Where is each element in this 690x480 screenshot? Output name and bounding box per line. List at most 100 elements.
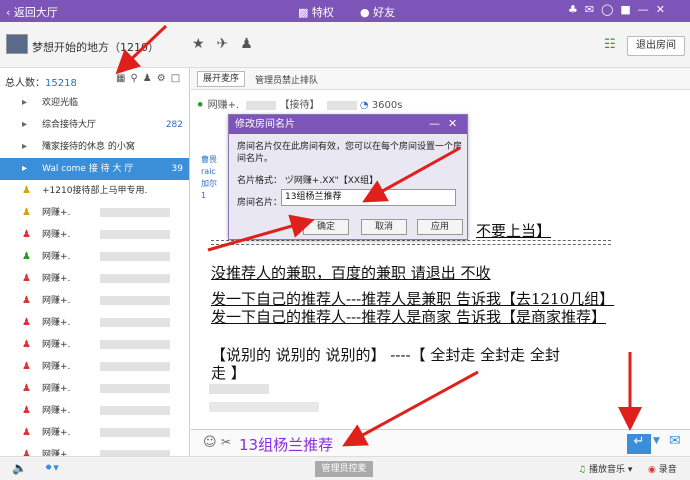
member-name: 欢迎光临 (42, 98, 79, 108)
user-icon: ♟ (22, 273, 31, 284)
microphone-icon[interactable]: ⚫▾ (44, 461, 59, 474)
privilege-label: 特权 (311, 6, 334, 19)
blurred-name (246, 100, 277, 110)
member-row[interactable]: ♟ +1210接待部上马甲专用. (0, 180, 189, 202)
member-name: 网赚+. (42, 274, 71, 284)
back-label: 返回大厅 (13, 6, 58, 19)
user-icon: ♟ (22, 361, 31, 372)
record-icon: ◉ (648, 465, 656, 475)
mic-tag: 【接待】 (279, 100, 320, 111)
format-label: 名片格式： (237, 176, 283, 186)
blurred-name (100, 252, 170, 261)
exit-label: 退出房间 (636, 40, 676, 51)
member-list-panel: 总人数：15218 ▦⚲♟⚙□ ▸ 欢迎光临 ▸ 综合接待大厅 282 ▸ 殲家接待的休息 … (0, 68, 190, 460)
user-icon: ♟ (22, 427, 31, 438)
member-row[interactable]: ♟ 网赚+. (0, 268, 189, 290)
privilege-tab[interactable]: ▩ 特权 (298, 4, 334, 20)
member-name: 网赚+. (42, 230, 71, 240)
blurred-name (100, 230, 170, 239)
member-count: 282 (165, 120, 183, 130)
input-bar: ☺ ✂ 13组杨兰推荐 ↵ ▼ ✉ (191, 429, 690, 456)
chat-user-list: 曹畏 raic 加尔 1 (201, 155, 217, 200)
member-row[interactable]: ▸ 欢迎光临 (0, 92, 189, 114)
member-list: ▸ 欢迎光临 ▸ 综合接待大厅 282 ▸ 殲家接待的休息 的小窝 ▸ Wal come 接 待… (0, 92, 189, 460)
total-count: 15218 (45, 78, 77, 89)
card-name-input[interactable]: 13组杨兰推荐 (281, 189, 456, 206)
friends-label: 好友 (373, 6, 396, 19)
user-icon: ♟ (22, 317, 31, 328)
ok-button[interactable]: 确定 (303, 219, 349, 235)
member-row[interactable]: ♟ 网赚+. (0, 400, 189, 422)
user-icon: ♟ (22, 295, 31, 306)
play-music-button[interactable]: ♫ 播放音乐 ▾ (578, 462, 632, 475)
back-to-lobby-button[interactable]: ‹ 返回大厅 (6, 4, 58, 20)
total-members: 总人数：15218 (5, 74, 77, 89)
member-row[interactable]: ▸ 综合接待大厅 282 (0, 114, 189, 136)
blurred-name (100, 406, 170, 415)
expand-queue-button[interactable]: 展开麦序 (197, 71, 246, 87)
mic-icon: ⚫ (196, 100, 205, 111)
room-name: 梦想开始的地方（1210） (32, 41, 159, 54)
divider-1 (211, 240, 611, 241)
member-name: 网赚+. (42, 406, 71, 416)
format-value: ヅ网赚+.XX"【XX组】 (284, 176, 379, 186)
blurred-name (100, 362, 170, 371)
member-row[interactable]: ▸ Wal come 接 待 大 厅 39 (0, 158, 189, 180)
blurred-name (100, 318, 170, 327)
user-icon: ♟ (22, 339, 31, 350)
member-name: +1210接待部上马甲专用. (42, 186, 148, 196)
blurred-name (100, 274, 170, 283)
user-icon: ♟ (22, 229, 31, 240)
member-row[interactable]: ▸ 殲家接待的休息 的小窝 (0, 136, 189, 158)
format-row: 名片格式： ヅ网赚+.XX"【XX组】 (237, 173, 378, 186)
scissors-icon[interactable]: ✂ (221, 435, 231, 449)
cancel-button[interactable]: 取消 (361, 219, 407, 235)
user-icon: ♟ (22, 251, 31, 262)
speaker-icon[interactable]: 🔈 (12, 461, 27, 475)
member-row[interactable]: ♟ 网赚+. (0, 356, 189, 378)
member-name: 殲家接待的休息 的小窝 (42, 142, 135, 152)
blurred-name (326, 100, 357, 110)
msg-line-5: 走 】 (211, 364, 246, 382)
admin-queue-status: 管理员禁止排队 (255, 76, 319, 86)
friends-tab[interactable]: ● 好友 (360, 4, 395, 20)
blurred-message (209, 402, 319, 412)
admin-mic-button[interactable]: 管理员控麦 (315, 461, 373, 477)
member-name: 网赚+. (42, 318, 71, 328)
member-row[interactable]: ♟ 网赚+. (0, 334, 189, 356)
card-name-label: 房间名片： (237, 198, 283, 208)
record-button[interactable]: ◉ 录音 (648, 462, 677, 475)
member-row[interactable]: ♟ 网赚+. (0, 378, 189, 400)
total-label: 总人数： (5, 78, 45, 89)
member-row[interactable]: ♟ 网赚+. (0, 312, 189, 334)
send-options-chevron-icon[interactable]: ▼ (653, 436, 660, 446)
list-toolbar[interactable]: ▦⚲♟⚙□ (116, 73, 185, 84)
member-name: 网赚+. (42, 296, 71, 306)
window-controls[interactable]: ♣✉◯■—✕ (568, 3, 672, 16)
room-toolbar[interactable]: ★✈♟ (192, 36, 265, 52)
room-header: 梦想开始的地方（1210） ★✈♟ ☷ 退出房间 (0, 22, 690, 68)
apply-button[interactable]: 应用 (417, 219, 463, 235)
chat-input[interactable]: 13组杨兰推荐 (239, 434, 333, 455)
chat-toolbar: 展开麦序 管理员禁止排队 (191, 68, 690, 90)
dialog-window-controls[interactable]: —✕ (429, 117, 465, 130)
mic-time: 3600s (371, 100, 403, 111)
room-avatar (6, 34, 28, 54)
bottom-bar: 🔈 ⚫▾ 管理员控麦 ♫ 播放音乐 ▾ ◉ 录音 (0, 456, 690, 480)
user-icon: ▸ (22, 163, 28, 174)
user-icon: ♟ (22, 405, 31, 416)
member-name: 网赚+. (42, 384, 71, 394)
blurred-message (209, 384, 269, 394)
exit-room-button[interactable]: 退出房间 (627, 36, 685, 56)
member-row[interactable]: ♟ 网赚+. (0, 202, 189, 224)
blurred-name (100, 296, 170, 305)
member-row[interactable]: ♟ 网赚+. (0, 422, 189, 444)
chat-bubble-icon[interactable]: ✉ (669, 433, 681, 449)
send-button[interactable]: ↵ (627, 434, 651, 454)
member-row[interactable]: ♟ 网赚+. (0, 290, 189, 312)
blurred-name (100, 208, 170, 217)
member-row[interactable]: ♟ 网赚+. (0, 224, 189, 246)
record-label: 录音 (658, 465, 677, 475)
emoji-icon[interactable]: ☺ (203, 435, 217, 450)
member-row[interactable]: ♟ 网赚+. (0, 246, 189, 268)
